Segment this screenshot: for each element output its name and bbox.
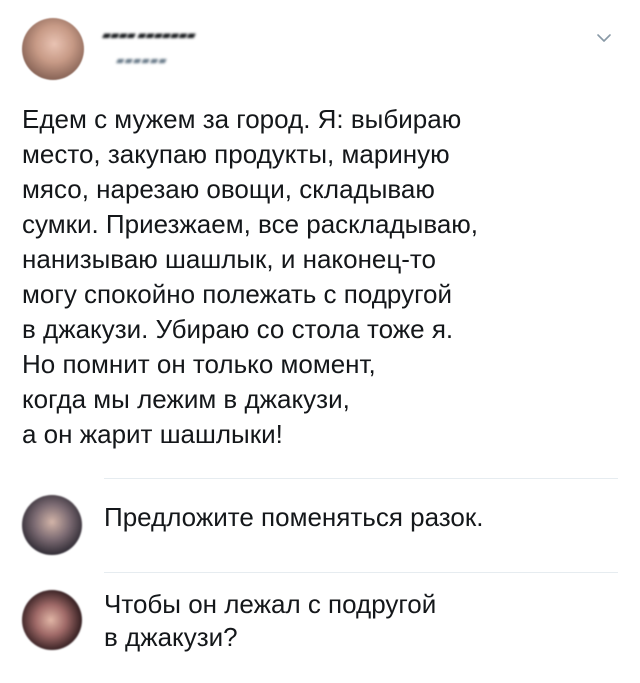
- reply-text: Чтобы он лежал с подругой в джакузи?: [104, 589, 437, 652]
- reply-avatar[interactable]: [22, 590, 82, 650]
- reply-divider: [104, 478, 618, 479]
- author-name[interactable]: ▰▰▰▰ ▰▰▰▰▰▰▰: [102, 28, 237, 40]
- tweet-header: ▰▰▰▰ ▰▰▰▰▰▰▰ ▰▰▰▰▰▰: [22, 18, 622, 82]
- chevron-down-icon[interactable]: [594, 30, 614, 46]
- reply-text: Предложите поменяться разок.: [104, 502, 484, 532]
- reply-item: Предложите поменяться разок.: [22, 495, 622, 557]
- author-avatar[interactable]: [22, 18, 84, 80]
- reply-divider: [104, 572, 618, 573]
- tweet-text: Едем с мужем за город. Я: выбираю место,…: [22, 104, 479, 449]
- author-handle: ▰▰▰▰▰▰: [116, 55, 167, 64]
- tweet-card: ▰▰▰▰ ▰▰▰▰▰▰▰ ▰▰▰▰▰▰ Едем с мужем за горо…: [0, 0, 640, 683]
- reply-item: Чтобы он лежал с подругой в джакузи?: [22, 589, 622, 670]
- reply-avatar[interactable]: [22, 495, 82, 555]
